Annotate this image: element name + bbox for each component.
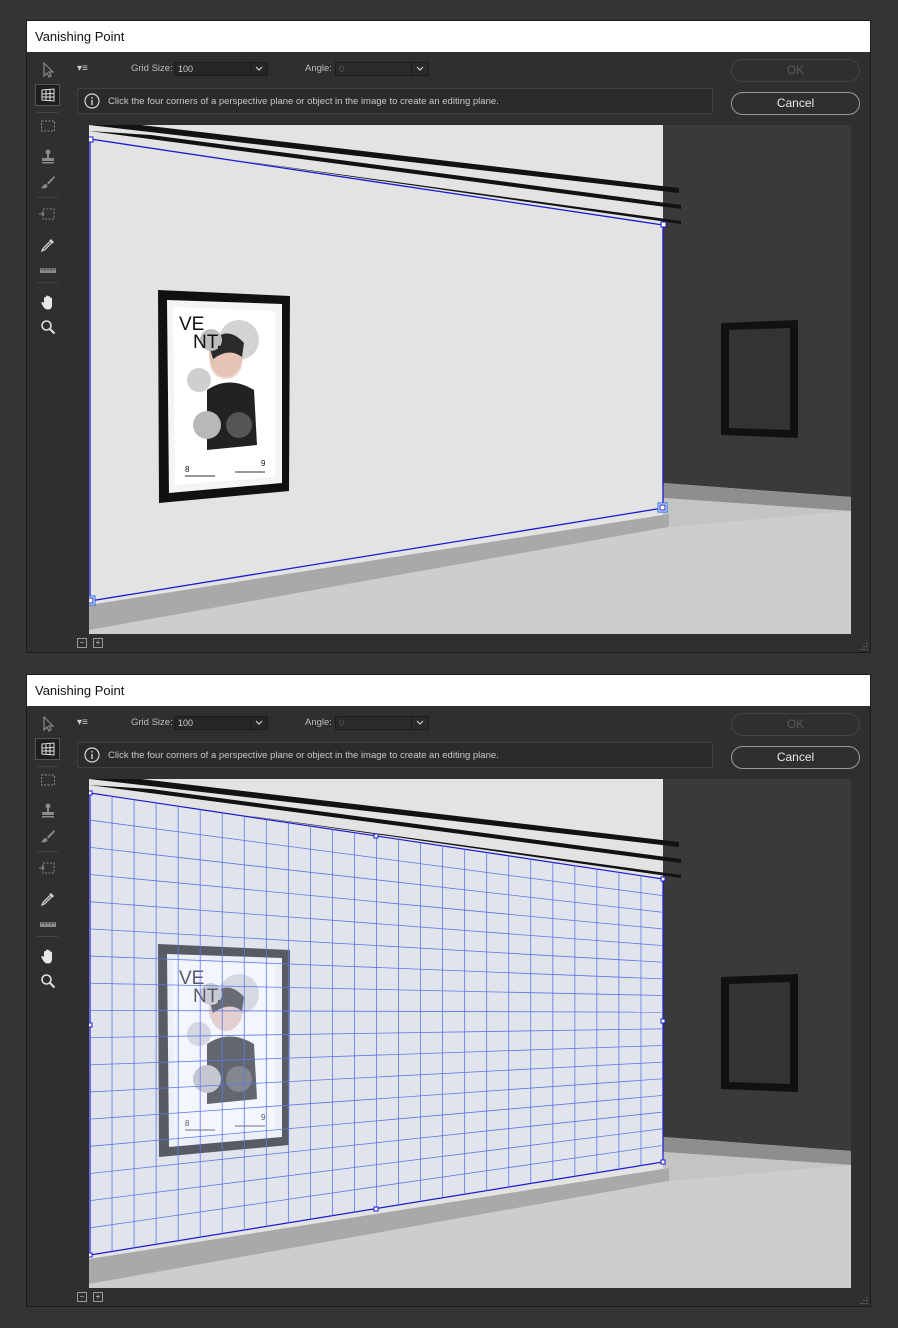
zoom-icon[interactable]: [35, 316, 60, 338]
transform-icon[interactable]: [35, 203, 60, 225]
chevron-down-icon: [250, 716, 267, 730]
vanishing-point-dialog: Vanishing Point ▾≡ Grid Size: 100 Angle:…: [26, 674, 871, 1307]
zoom-icon[interactable]: [35, 970, 60, 992]
angle-label: Angle:: [305, 717, 332, 728]
angle-value: 0: [339, 64, 345, 74]
edge-handle: [660, 1018, 666, 1024]
info-icon: [84, 93, 100, 109]
zoom-out-button[interactable]: −: [77, 1292, 87, 1302]
resize-grip-icon[interactable]: [860, 1296, 868, 1304]
info-message: Click the four corners of a perspective …: [108, 96, 499, 107]
corner-handle: [89, 136, 94, 143]
info-icon: [84, 747, 100, 763]
corner-handle: [660, 1159, 666, 1165]
cancel-button[interactable]: Cancel: [731, 92, 860, 115]
eyedropper-icon[interactable]: [35, 234, 60, 256]
angle-select[interactable]: 0: [335, 716, 429, 730]
info-message: Click the four corners of a perspective …: [108, 750, 499, 761]
dialog-title: Vanishing Point: [27, 21, 870, 52]
create-plane-icon[interactable]: [35, 84, 60, 106]
grid-size-value: 100: [178, 64, 194, 74]
brush-icon[interactable]: [35, 171, 60, 193]
image-preview-canvas[interactable]: VE NT. 8 9: [89, 125, 851, 634]
framed-poster: VE NT. 8 9: [158, 290, 290, 503]
image-preview-canvas[interactable]: VE NT. 8 9: [89, 779, 851, 1288]
edit-plane-icon[interactable]: [35, 59, 60, 81]
poster-headline-bottom: NT.: [193, 332, 222, 353]
marquee-icon[interactable]: [35, 769, 60, 791]
room-scene: VE NT. 8 9: [89, 125, 851, 634]
empty-frame: [721, 974, 798, 1092]
grid-size-label: Grid Size:: [131, 63, 173, 74]
vanishing-point-dialog: Vanishing Point ▾≡ Grid Size: 100 Angle:…: [26, 20, 871, 653]
empty-frame: [721, 320, 798, 438]
ok-button[interactable]: OK: [731, 59, 860, 82]
grid-size-select[interactable]: 100: [174, 62, 268, 76]
grid-size-label: Grid Size:: [131, 717, 173, 728]
side-wall: [663, 779, 851, 1151]
angle-label: Angle:: [305, 63, 332, 74]
angle-value: 0: [339, 718, 345, 728]
corner-handle: [660, 876, 666, 882]
grid-size-select[interactable]: 100: [174, 716, 268, 730]
resize-grip-icon[interactable]: [860, 642, 868, 650]
transform-icon[interactable]: [35, 857, 60, 879]
poster-right-number: 9: [261, 459, 266, 468]
panel-menu-icon[interactable]: ▾≡: [77, 717, 88, 728]
angle-select[interactable]: 0: [335, 62, 429, 76]
poster-left-number: 8: [185, 465, 190, 474]
chevron-down-icon: [411, 716, 428, 730]
edge-handle: [373, 1206, 379, 1212]
hand-icon[interactable]: [35, 945, 60, 967]
stamp-icon[interactable]: [35, 799, 60, 821]
measure-icon[interactable]: [35, 913, 60, 935]
zoom-out-button[interactable]: −: [77, 638, 87, 648]
create-plane-icon[interactable]: [35, 738, 60, 760]
info-bar: Click the four corners of a perspective …: [77, 88, 713, 114]
chevron-down-icon: [411, 62, 428, 76]
stamp-icon[interactable]: [35, 145, 60, 167]
cancel-button[interactable]: Cancel: [731, 746, 860, 769]
dialog-title: Vanishing Point: [27, 675, 870, 706]
zoom-in-button[interactable]: +: [93, 1292, 103, 1302]
corner-handle: [660, 221, 667, 228]
info-bar: Click the four corners of a perspective …: [77, 742, 713, 768]
chevron-down-icon: [250, 62, 267, 76]
corner-handle: [89, 790, 93, 796]
corner-handle: [89, 1252, 93, 1258]
zoom-in-button[interactable]: +: [93, 638, 103, 648]
ok-button[interactable]: OK: [731, 713, 860, 736]
edit-plane-icon[interactable]: [35, 713, 60, 735]
hand-icon[interactable]: [35, 291, 60, 313]
edge-handle: [89, 1022, 93, 1028]
grid-size-value: 100: [178, 718, 194, 728]
marquee-icon[interactable]: [35, 115, 60, 137]
panel-menu-icon[interactable]: ▾≡: [77, 63, 88, 74]
edge-handle: [373, 833, 379, 839]
eyedropper-icon[interactable]: [35, 888, 60, 910]
measure-icon[interactable]: [35, 259, 60, 281]
side-wall: [663, 125, 851, 497]
brush-icon[interactable]: [35, 825, 60, 847]
